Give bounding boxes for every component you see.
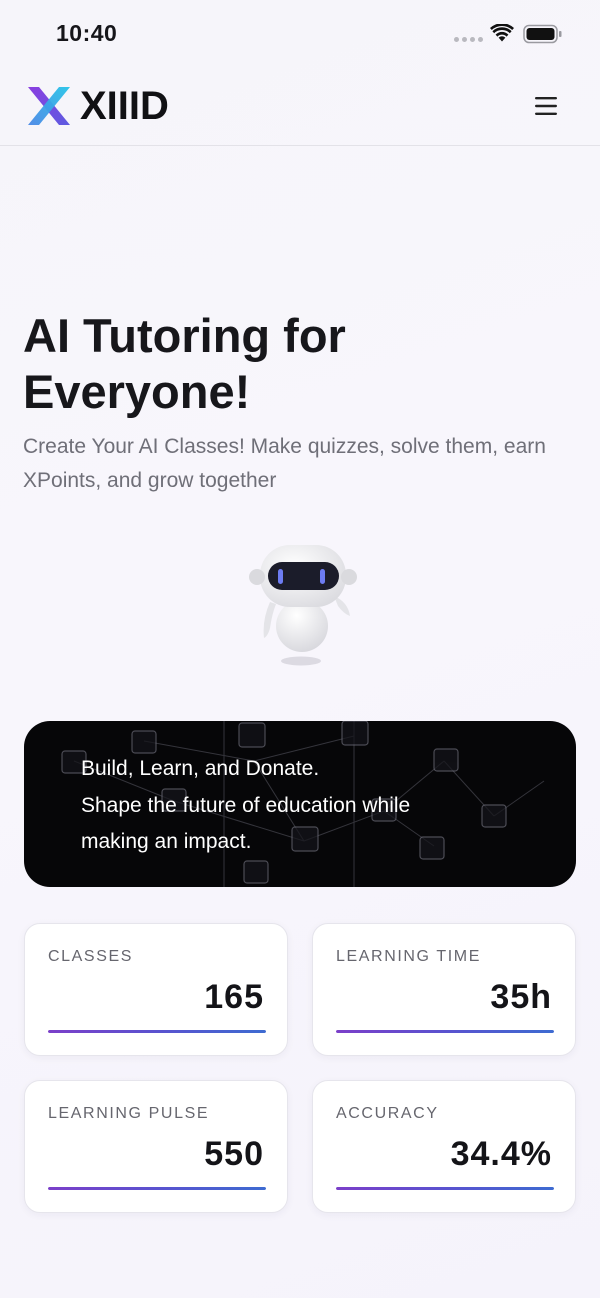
stat-value: 35h (490, 978, 552, 1016)
stat-value: 165 (204, 978, 264, 1016)
stat-label: LEARNING PULSE (48, 1105, 210, 1122)
stat-label: LEARNING TIME (336, 948, 481, 965)
banner-text: Build, Learn, and Donate. Shape the futu… (81, 751, 541, 861)
brand-name: XIIID (80, 84, 169, 128)
hero-title: AI Tutoring for Everyone! (23, 309, 346, 418)
banner-line: Shape the future of education while (81, 793, 411, 817)
stat-label: CLASSES (48, 948, 134, 965)
signal-dots-icon (454, 37, 483, 42)
stat-progress-bar (336, 1187, 554, 1190)
promo-banner: Build, Learn, and Donate. Shape the futu… (24, 721, 576, 887)
stat-progress-fill (336, 1187, 554, 1190)
banner-line: making an impact. (81, 830, 252, 853)
banner-line: Build, Learn, and Donate. (81, 757, 320, 780)
stat-card-classes[interactable]: CLASSES 165 (24, 923, 288, 1056)
stat-value: 34.4% (450, 1135, 552, 1173)
stat-progress-fill (336, 1030, 554, 1033)
robot-icon (249, 545, 357, 666)
wifi-icon (490, 24, 514, 42)
battery-icon (523, 24, 562, 44)
stat-card-learning-pulse[interactable]: LEARNING PULSE 550 (24, 1080, 288, 1213)
stat-progress-fill (48, 1187, 266, 1190)
status-bar: 10:40 (0, 0, 600, 66)
app-screen: 10:40 XIIID AI Tutoring for Everyone! Cr… (0, 0, 600, 1298)
xiiid-logo-icon (28, 87, 70, 125)
stat-progress-bar (48, 1187, 266, 1190)
hamburger-menu-icon[interactable] (530, 92, 562, 120)
stat-card-accuracy[interactable]: ACCURACY 34.4% (312, 1080, 576, 1213)
stat-card-learning-time[interactable]: LEARNING TIME 35h (312, 923, 576, 1056)
app-header: XIIID (0, 66, 600, 146)
stat-progress-fill (48, 1030, 266, 1033)
brand-logo[interactable]: XIIID (26, 86, 169, 126)
stat-progress-bar (48, 1030, 266, 1033)
stat-progress-bar (336, 1030, 554, 1033)
stat-value: 550 (204, 1135, 264, 1173)
hero-subtitle: Create Your AI Classes! Make quizzes, so… (23, 435, 546, 492)
status-time: 10:40 (56, 20, 118, 46)
stat-label: ACCURACY (336, 1105, 439, 1122)
